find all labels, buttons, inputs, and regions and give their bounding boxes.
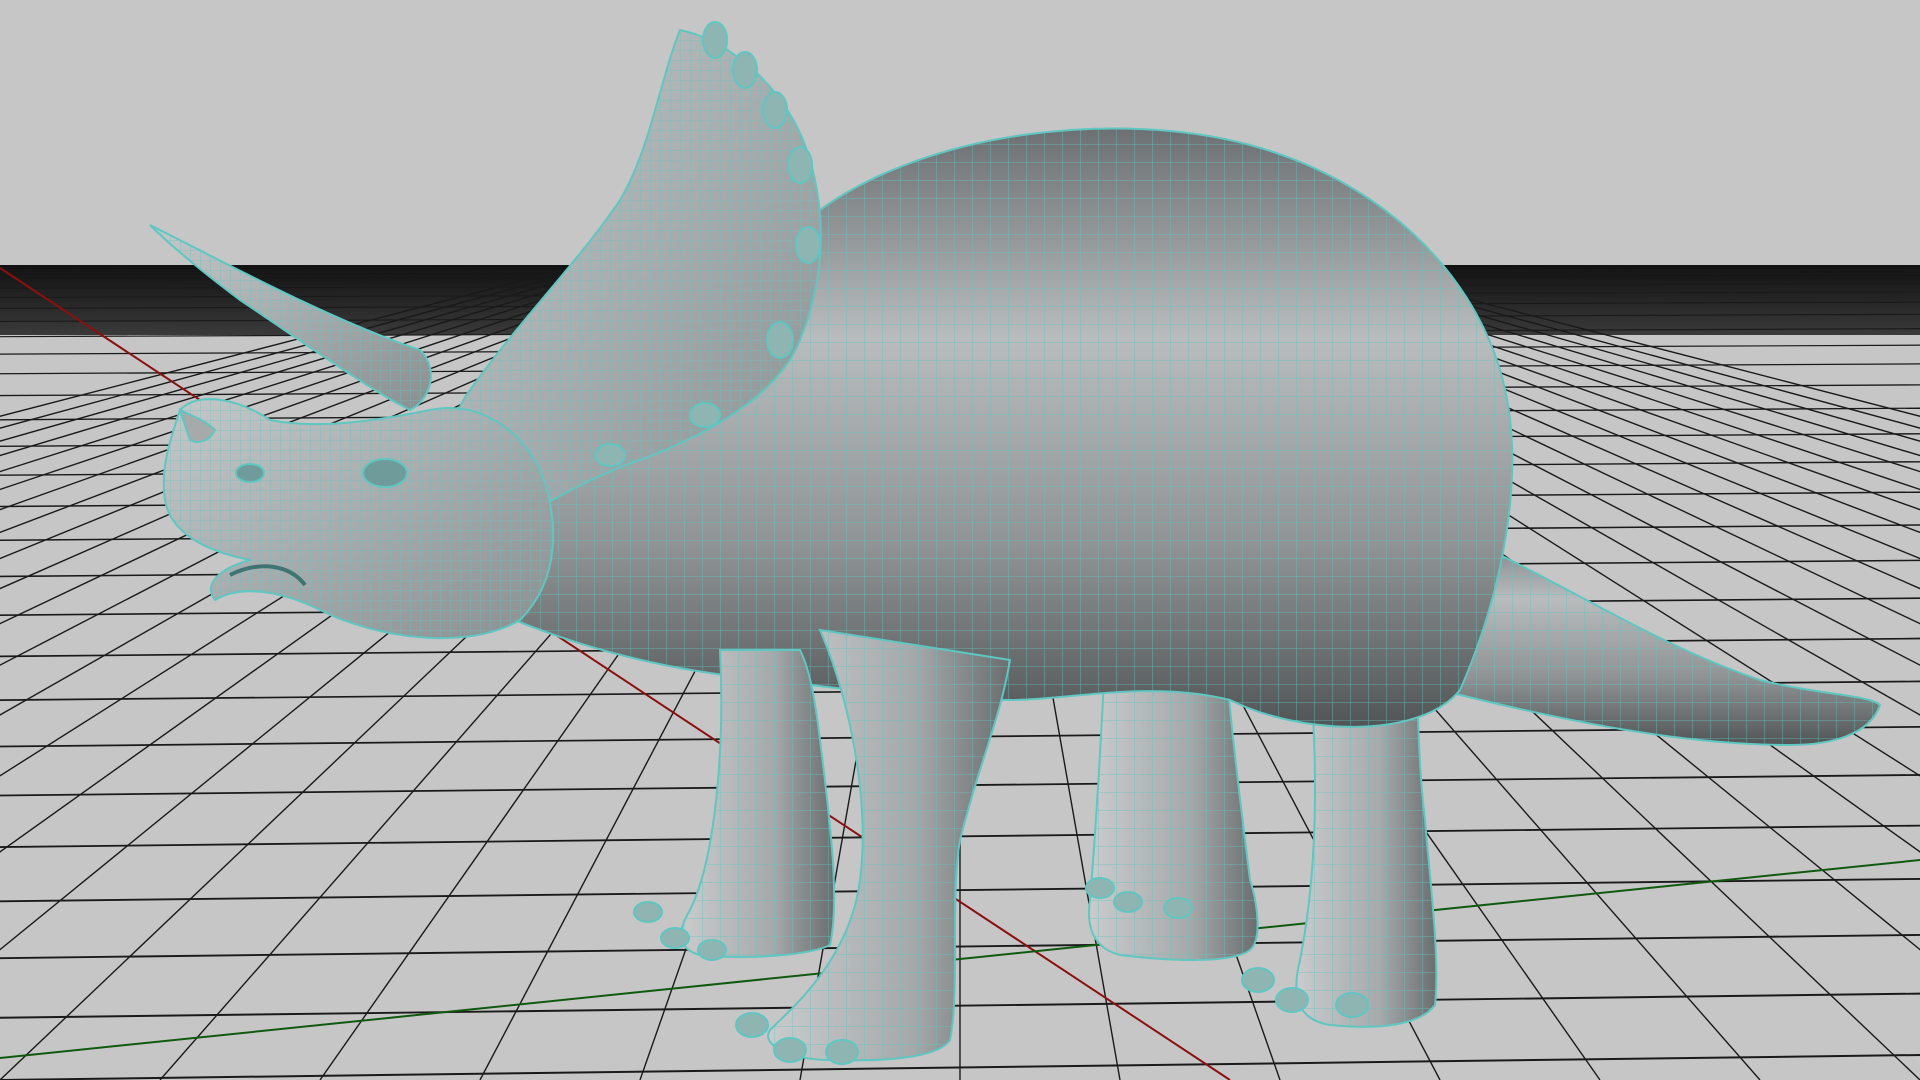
3d-viewport[interactable] — [0, 0, 1920, 1080]
eye — [362, 458, 408, 488]
nostril — [235, 463, 265, 483]
